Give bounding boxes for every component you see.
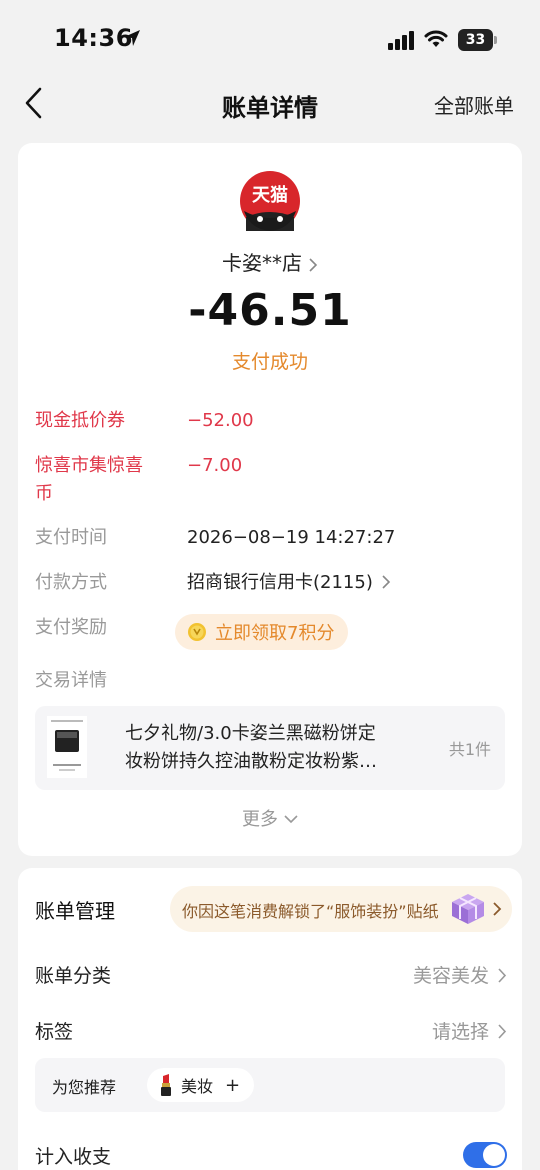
more-label: 更多: [242, 809, 278, 830]
trade-detail-label: 交易详情: [35, 670, 107, 691]
chevron-right-icon: [309, 257, 318, 272]
battery-icon: 33: [458, 29, 498, 51]
income-expense-toggle[interactable]: [463, 1142, 507, 1168]
battery-level: 33: [465, 32, 486, 48]
points-coin-icon: [188, 623, 206, 641]
gift-box-icon: [452, 894, 484, 924]
bill-detail-card: 天猫 卡姿**店 -46.51 支付成功 现金抵价券 −52.00 惊喜市集惊喜…: [18, 143, 522, 856]
sticker-unlock-banner[interactable]: 你因这笔消费解锁了“服饰装扮”贴纸: [170, 886, 512, 932]
recommend-tag-label: 美妆: [181, 1077, 214, 1096]
order-item[interactable]: 七夕礼物/3.0卡姿兰黑磁粉饼定 妆粉饼持久控油散粉定妆粉紫… 共1件: [35, 706, 505, 790]
product-title-line-2: 妆粉饼持久控油散粉定妆粉紫…: [125, 751, 377, 772]
coupon-label: 现金抵价券: [35, 410, 125, 431]
bill-management-card: 账单管理 你因这笔消费解锁了“服饰装扮”贴纸 账单分类 美容美发 标签 请选择 …: [18, 868, 522, 1170]
merchant-name-link[interactable]: 卡姿**店: [18, 247, 522, 276]
nav-bar: 账单详情 全部账单: [0, 80, 540, 130]
recommend-box: 为您推荐 美妆 +: [35, 1058, 505, 1112]
surprise-coin-label: 惊喜市集惊喜币: [35, 455, 143, 504]
cellular-signal-icon: [388, 31, 414, 50]
income-expense-label: 计入收支: [35, 1146, 112, 1168]
payment-time-value: 2026−08−19 14:27:27: [187, 527, 396, 548]
wifi-icon: [424, 30, 448, 47]
recommend-label: 为您推荐: [52, 1078, 117, 1097]
location-arrow-icon: [124, 30, 140, 46]
payment-amount: -46.51: [188, 285, 352, 336]
logo-text: 天猫: [252, 184, 288, 206]
tmall-logo: 天猫: [240, 171, 300, 231]
merchant-name: 卡姿**店: [222, 251, 302, 275]
chevron-down-icon: [284, 815, 298, 824]
product-thumbnail: [47, 716, 87, 778]
bill-management-title: 账单管理: [35, 899, 115, 923]
add-tag-icon: +: [225, 1074, 241, 1096]
status-bar: 14:36 33: [0, 0, 540, 80]
tag-label: 标签: [35, 1021, 74, 1043]
payment-reward-label: 支付奖励: [35, 617, 107, 638]
coupon-value: −52.00: [187, 410, 254, 431]
chevron-right-icon: [382, 575, 390, 589]
tag-value: 请选择: [431, 1021, 489, 1043]
lipstick-icon: [161, 1074, 171, 1096]
chevron-right-icon: [498, 1024, 507, 1039]
payment-method-label: 付款方式: [35, 572, 107, 593]
surprise-coin-value: −7.00: [187, 455, 243, 476]
product-title-line-1: 七夕礼物/3.0卡姿兰黑磁粉饼定: [125, 723, 376, 744]
claim-points-button[interactable]: 立即领取7积分: [175, 614, 349, 650]
claim-points-label: 立即领取7积分: [215, 623, 335, 644]
all-bills-link[interactable]: 全部账单: [434, 90, 514, 119]
payment-method-value: 招商银行信用卡(2115): [187, 572, 373, 593]
chevron-right-icon: [498, 968, 507, 983]
more-button[interactable]: 更多: [18, 805, 522, 831]
product-title: 七夕礼物/3.0卡姿兰黑磁粉饼定 妆粉饼持久控油散粉定妆粉紫…: [125, 720, 415, 776]
sticker-unlock-text: 你因这笔消费解锁了“服饰装扮”贴纸: [182, 902, 439, 921]
item-count: 共1件: [448, 740, 491, 759]
bill-category-label: 账单分类: [35, 965, 112, 987]
payment-status: 支付成功: [231, 351, 308, 373]
bill-category-value: 美容美发: [412, 965, 489, 987]
recommend-tag-chip[interactable]: 美妆 +: [147, 1068, 255, 1102]
payment-time-label: 支付时间: [35, 527, 107, 548]
chevron-right-icon: [493, 902, 502, 916]
